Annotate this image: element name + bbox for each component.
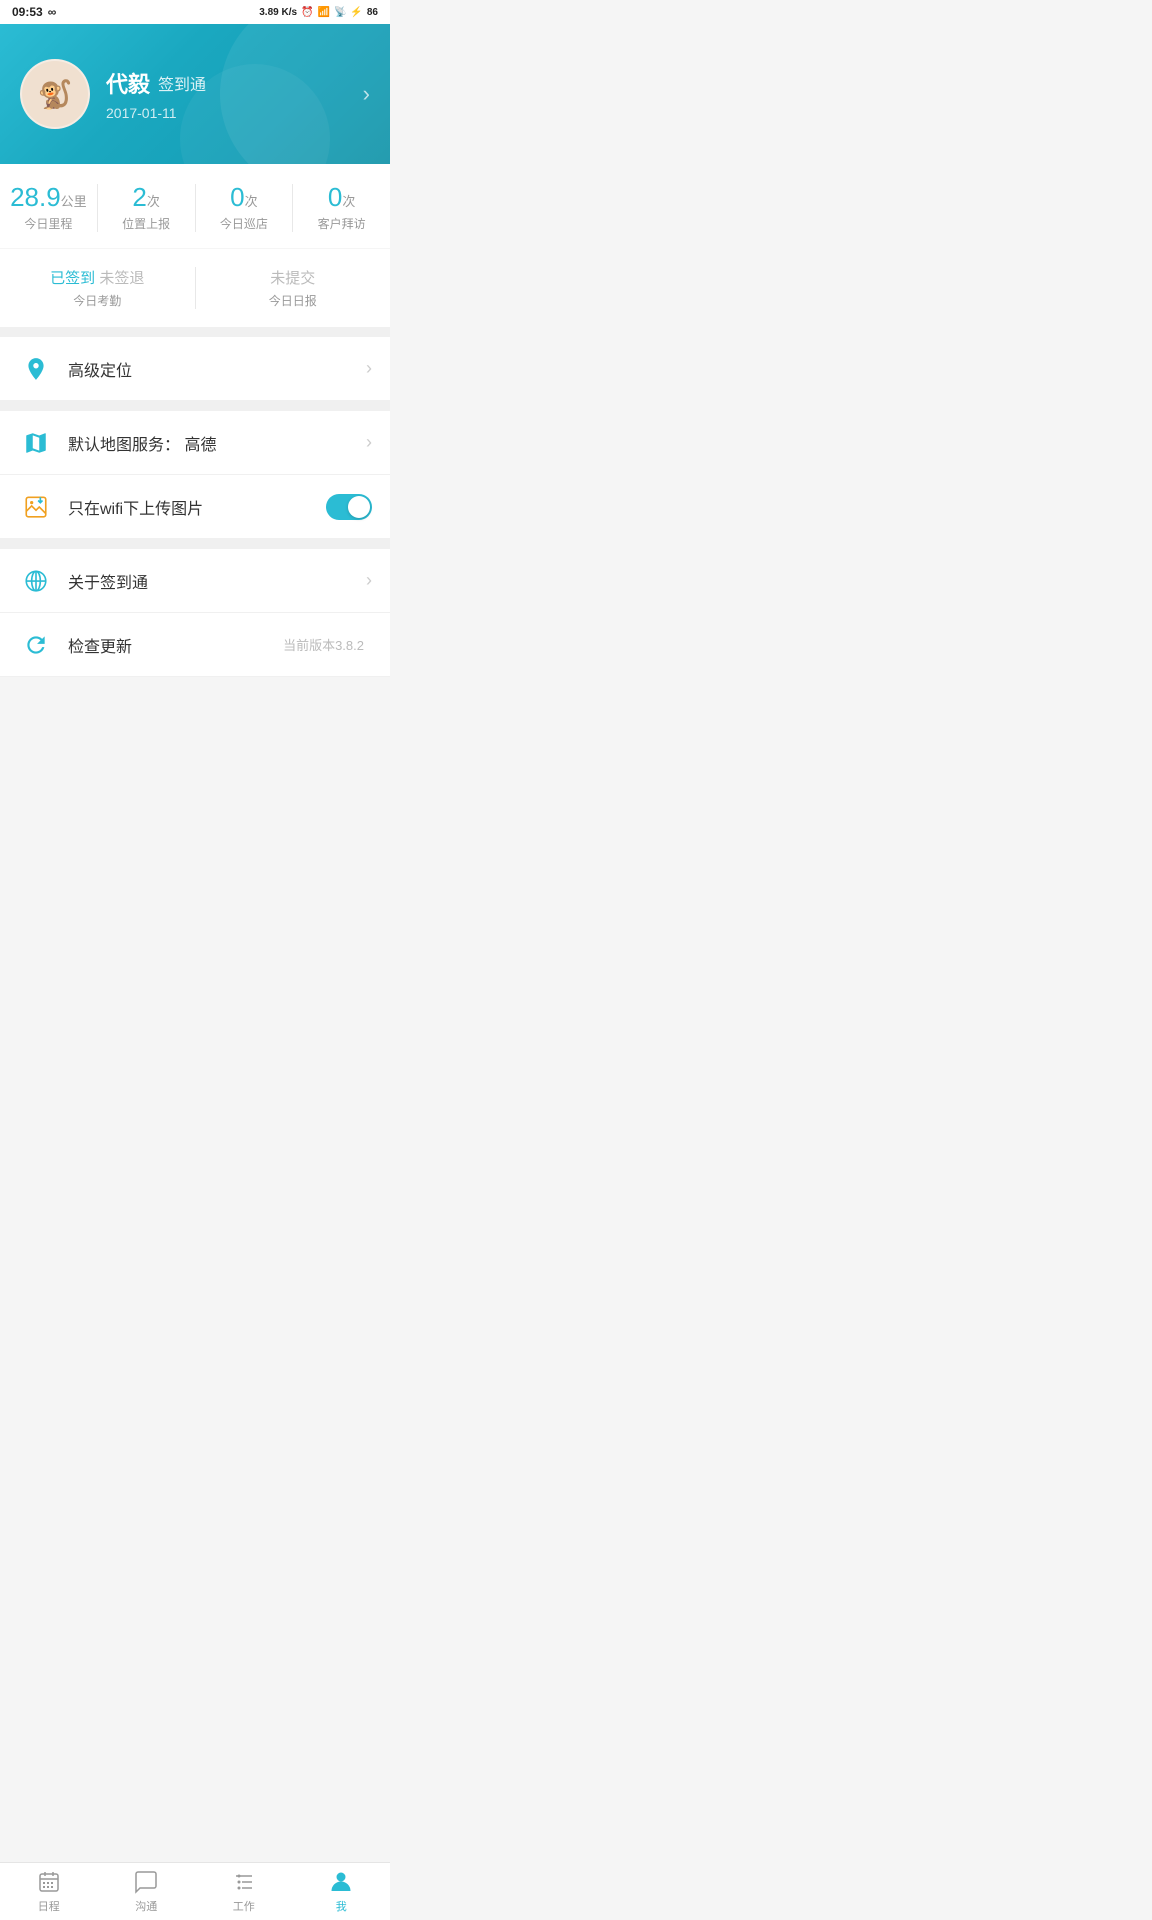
wifi-upload-toggle[interactable]: [326, 494, 372, 520]
stat-location-value: 2次: [132, 184, 159, 210]
work-icon: [231, 1869, 257, 1895]
attendance-report: 未提交 今日日报: [196, 267, 391, 309]
header-date: 2017-01-11: [106, 105, 363, 121]
stat-mileage-value: 28.9公里: [10, 184, 87, 210]
menu-section-3: 关于签到通 › 检查更新 当前版本3.8.2: [0, 549, 390, 677]
status-bar: 09:53 ∞ 3.89 K/s ⏰ 📶 📡 ⚡ 86: [0, 0, 390, 24]
nav-item-schedule[interactable]: 日程: [0, 1863, 98, 1920]
nav-me-label: 我: [336, 1898, 347, 1914]
menu-item-update[interactable]: 检查更新 当前版本3.8.2: [0, 613, 390, 677]
infinity-icon: ∞: [48, 5, 57, 19]
menu-section-1: 高级定位 ›: [0, 337, 390, 401]
wifi-upload-toggle-wrap: [326, 494, 372, 520]
bottom-padding: [0, 677, 390, 747]
stat-mileage: 28.9公里 今日里程: [0, 184, 98, 232]
about-chevron-right-icon: ›: [366, 570, 372, 591]
header-banner[interactable]: 🐒 代毅 签到通 2017-01-11 ›: [0, 24, 390, 164]
wifi-icon: 📶: [318, 7, 330, 18]
checkin-status: 已签到 未签退: [50, 267, 144, 288]
map-chevron-right-icon: ›: [366, 432, 372, 453]
clock-icon: ⏰: [301, 7, 313, 18]
nav-item-work[interactable]: 工作: [195, 1863, 293, 1920]
avatar: 🐒: [20, 59, 90, 129]
network-speed: 3.89 K/s: [259, 7, 297, 18]
refresh-icon: [18, 627, 54, 663]
signed-label: 已签到: [50, 270, 95, 287]
nav-item-me[interactable]: 我: [293, 1863, 391, 1920]
chat-icon: [133, 1869, 159, 1895]
status-time: 09:53: [12, 5, 43, 19]
report-status-label: 未提交: [270, 270, 315, 287]
stat-visit-label: 客户拜访: [318, 215, 366, 232]
calendar-icon: [36, 1869, 62, 1895]
report-label: 今日日报: [269, 292, 317, 309]
stat-location-report: 2次 位置上报: [98, 184, 196, 232]
nav-item-chat[interactable]: 沟通: [98, 1863, 196, 1920]
location-icon: [18, 351, 54, 387]
map-icon: [18, 425, 54, 461]
battery-level: 86: [367, 7, 378, 18]
stat-patrol: 0次 今日巡店: [196, 184, 294, 232]
nav-chat-label: 沟通: [135, 1898, 157, 1914]
checkin-label: 今日考勤: [73, 292, 121, 309]
stat-visit-unit: 次: [342, 194, 355, 209]
menu-section-2: 默认地图服务： 高德 › 只在wifi下上传图片: [0, 411, 390, 539]
menu-update-label: 检查更新: [68, 633, 283, 657]
nav-schedule-label: 日程: [38, 1898, 60, 1914]
stat-visit: 0次 客户拜访: [293, 184, 390, 232]
menu-item-wifi-upload[interactable]: 只在wifi下上传图片: [0, 475, 390, 539]
menu-item-map[interactable]: 默认地图服务： 高德 ›: [0, 411, 390, 475]
stat-patrol-value: 0次: [230, 184, 257, 210]
stat-location-unit: 次: [147, 194, 160, 209]
signal-icon: 📡: [334, 7, 346, 18]
attendance-checkin: 已签到 未签退 今日考勤: [0, 267, 196, 309]
app-name: 签到通: [158, 71, 206, 95]
stat-patrol-unit: 次: [245, 194, 258, 209]
stat-visit-value: 0次: [328, 184, 355, 210]
stat-mileage-unit: 公里: [61, 194, 87, 209]
header-name-row: 代毅 签到通: [106, 67, 363, 99]
header-chevron-right-icon[interactable]: ›: [363, 81, 370, 107]
bottom-nav: 日程 沟通 工作 我: [0, 1862, 390, 1920]
stat-patrol-label: 今日巡店: [220, 215, 268, 232]
location-chevron-right-icon: ›: [366, 358, 372, 379]
person-icon: [328, 1869, 354, 1895]
section-divider-2: [0, 401, 390, 411]
menu-about-label: 关于签到通: [68, 569, 366, 593]
status-left: 09:53 ∞: [12, 5, 56, 19]
section-divider-1: [0, 327, 390, 337]
menu-item-location[interactable]: 高级定位 ›: [0, 337, 390, 401]
stat-location-label: 位置上报: [122, 215, 170, 232]
image-upload-icon: [18, 489, 54, 525]
stat-mileage-label: 今日里程: [24, 215, 72, 232]
header-info: 代毅 签到通 2017-01-11: [106, 67, 363, 121]
battery-icon: ⚡: [350, 7, 362, 18]
stats-section: 28.9公里 今日里程 2次 位置上报 0次 今日巡店 0次 客户拜访: [0, 164, 390, 248]
menu-version-text: 当前版本3.8.2: [283, 635, 364, 654]
menu-item-about[interactable]: 关于签到通 ›: [0, 549, 390, 613]
nav-work-label: 工作: [233, 1898, 255, 1914]
menu-location-label: 高级定位: [68, 357, 366, 381]
menu-map-label: 默认地图服务： 高德: [68, 431, 366, 455]
section-divider-3: [0, 539, 390, 549]
status-right: 3.89 K/s ⏰ 📶 📡 ⚡ 86: [259, 7, 378, 18]
globe-icon: [18, 563, 54, 599]
report-status: 未提交: [270, 267, 315, 288]
menu-wifi-upload-label: 只在wifi下上传图片: [68, 495, 326, 519]
toggle-knob: [348, 496, 370, 518]
attendance-section: 已签到 未签退 今日考勤 未提交 今日日报: [0, 249, 390, 327]
checkout-status: 未签退: [99, 270, 144, 287]
user-name: 代毅: [106, 67, 150, 99]
